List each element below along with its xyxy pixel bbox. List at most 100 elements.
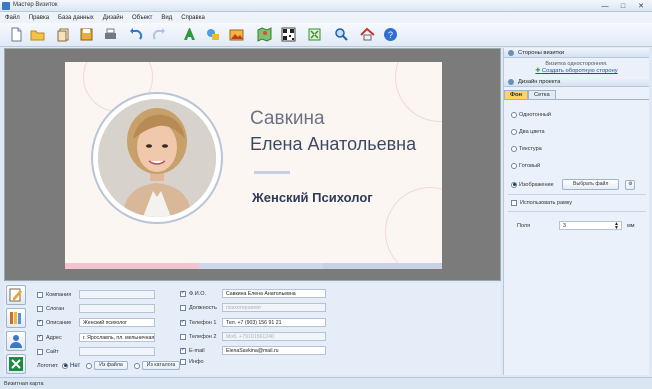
info-checkbox[interactable] — [180, 359, 186, 365]
logo-from-file-button[interactable]: Из файла — [94, 361, 128, 370]
full-name-label: Ф.И.О. — [189, 290, 206, 297]
copy-icon[interactable] — [55, 26, 72, 43]
menu-design[interactable]: Дизайн — [103, 15, 123, 21]
window-title: Мастер Визиток — [13, 2, 58, 8]
sides-header-label: Стороны визитки — [518, 49, 565, 56]
bg-option-image[interactable]: Изображение Выбрать файл ⚙ — [511, 179, 636, 190]
logo-none-radio[interactable] — [62, 362, 68, 369]
sides-header[interactable]: Стороны визитки — [504, 48, 649, 58]
slogan-input[interactable] — [79, 304, 155, 313]
contacts-button[interactable] — [6, 331, 26, 351]
use-frame-option[interactable]: Использовать рамку — [511, 200, 572, 206]
bg-solid-radio[interactable] — [511, 112, 517, 118]
home-icon[interactable] — [359, 26, 376, 43]
fit-page-icon[interactable] — [306, 26, 323, 43]
minimize-button[interactable]: — — [598, 1, 612, 11]
website-checkbox[interactable] — [37, 348, 43, 355]
full-name-checkbox[interactable]: ✓ — [180, 290, 186, 297]
bg-option-two-colors[interactable]: Два цвета — [511, 129, 545, 135]
image-icon[interactable] — [228, 26, 245, 43]
library-button[interactable] — [6, 308, 26, 328]
description-input[interactable]: Женский психолог — [79, 318, 155, 327]
excel-import-button[interactable] — [6, 354, 26, 374]
full-name-input[interactable]: Савкина Елена Анатольевна — [222, 289, 326, 298]
bg-texture-radio[interactable] — [511, 146, 517, 152]
card-stripe-pink — [65, 263, 199, 269]
bg-image-label: Изображение — [519, 181, 554, 188]
address-input[interactable]: г. Ярославль, пл. мельничная, д. 2 — [79, 333, 155, 342]
maximize-button[interactable]: □ — [616, 1, 630, 11]
bg-option-ready[interactable]: Готовый — [511, 163, 540, 169]
field-row-phone-2: Телефон 2 Моб. +79101561240 — [180, 332, 326, 341]
field-row-position: Должность психотерапевт — [180, 303, 326, 312]
margins-value: 3 — [563, 223, 566, 229]
menu-file[interactable]: Файл — [5, 15, 20, 21]
logo-catalog-radio[interactable] — [133, 362, 140, 369]
field-row-email: ✓ E-mail ElenaSavkina@mail.ru — [180, 346, 326, 355]
bg-image-radio[interactable] — [511, 181, 517, 188]
margins-unit: мм — [627, 222, 635, 229]
card-profession[interactable]: Женский Психолог — [252, 190, 373, 205]
help-icon[interactable]: ? — [382, 26, 399, 43]
create-back-side-link[interactable]: ✚ Создать оборотную сторону — [504, 68, 649, 74]
card-surname[interactable]: Савкина — [250, 108, 325, 130]
qr-code-icon[interactable] — [280, 26, 297, 43]
email-input[interactable]: ElenaSavkina@mail.ru — [222, 346, 326, 355]
field-row-website: Сайт — [37, 347, 155, 356]
shape-icon[interactable] — [205, 26, 222, 43]
card-stripe-blue — [323, 263, 442, 269]
redo-icon[interactable] — [150, 26, 167, 43]
position-input[interactable]: психотерапевт — [222, 303, 326, 312]
company-input[interactable] — [79, 290, 155, 299]
bg-option-texture[interactable]: Текстура — [511, 146, 542, 152]
undo-icon[interactable] — [128, 26, 145, 43]
edit-text-button[interactable] — [6, 285, 26, 305]
zoom-icon[interactable] — [333, 26, 350, 43]
phone-1-input[interactable]: Тел. +7 (903) 156 91 21 — [222, 318, 326, 327]
portrait-photo — [98, 99, 216, 217]
menu-object[interactable]: Объект — [132, 15, 152, 21]
new-file-icon[interactable] — [8, 26, 25, 43]
status-text: Визитная карта — [4, 381, 44, 387]
settings-icon[interactable]: ⚙ — [625, 179, 636, 190]
card-stripe-lilac — [199, 263, 323, 269]
card-divider — [254, 171, 290, 174]
text-icon[interactable] — [181, 26, 198, 43]
print-icon[interactable] — [102, 26, 119, 43]
bg-two-colors-label: Два цвета — [519, 129, 545, 135]
close-button[interactable]: ✕ — [634, 1, 648, 11]
menu-help[interactable]: Справка — [181, 15, 205, 21]
photo-frame[interactable] — [91, 92, 223, 224]
menu-view[interactable]: Вид — [161, 15, 172, 21]
bg-ready-radio[interactable] — [511, 163, 517, 169]
slogan-checkbox[interactable] — [37, 305, 43, 312]
email-checkbox[interactable]: ✓ — [180, 347, 186, 354]
company-checkbox[interactable] — [37, 291, 43, 298]
description-checkbox[interactable]: ✓ — [37, 319, 43, 326]
save-icon[interactable] — [78, 26, 95, 43]
logo-file-radio[interactable] — [86, 362, 93, 369]
phone-2-checkbox[interactable] — [180, 333, 186, 340]
design-header[interactable]: Дизайн проекта — [504, 77, 649, 87]
card-full-name[interactable]: Елена Анатольевна — [250, 134, 416, 155]
phone-1-checkbox[interactable]: ✓ — [180, 319, 186, 326]
tab-grid[interactable]: Сетка — [528, 90, 556, 99]
sides-note: Визитка односторонняя. — [545, 61, 608, 67]
bg-two-colors-radio[interactable] — [511, 129, 517, 135]
choose-file-button[interactable]: Выбрать файл — [562, 179, 620, 190]
menu-edit[interactable]: Правка — [29, 15, 49, 21]
use-frame-checkbox[interactable] — [511, 200, 517, 206]
phone-2-input[interactable]: Моб. +79101561240 — [222, 332, 326, 341]
tab-background[interactable]: Фон — [504, 90, 528, 99]
map-icon[interactable] — [256, 26, 273, 43]
business-card[interactable]: Савкина Елена Анатольевна Женский Психол… — [65, 62, 442, 269]
bg-option-solid[interactable]: Однотонный — [511, 112, 551, 118]
open-folder-icon[interactable] — [29, 26, 46, 43]
menu-database[interactable]: База данных — [58, 15, 94, 21]
website-input[interactable] — [79, 347, 155, 356]
margins-stepper[interactable]: 3 ▲ ▼ — [559, 221, 622, 230]
logo-from-catalog-button[interactable]: Из каталога — [141, 361, 181, 370]
address-checkbox[interactable]: ✓ — [37, 334, 43, 341]
position-checkbox[interactable] — [180, 304, 186, 311]
spinner-arrows-icon[interactable]: ▲ ▼ — [614, 222, 619, 229]
